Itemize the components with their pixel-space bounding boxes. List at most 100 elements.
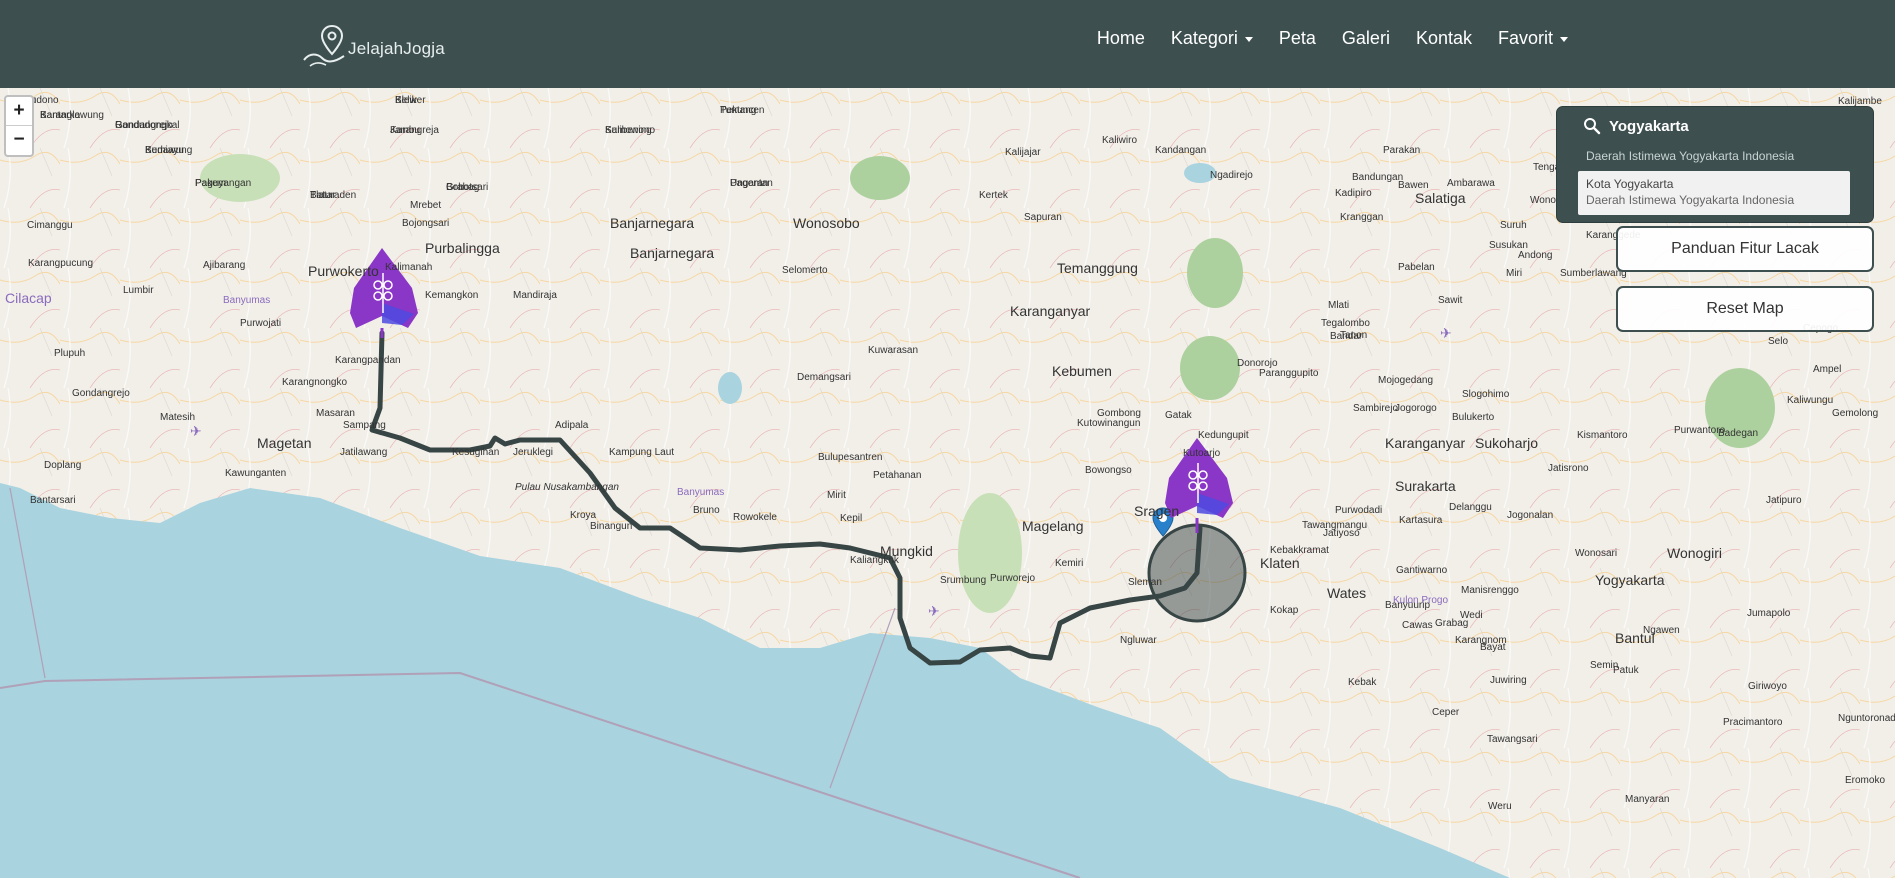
map-place-label: Rowokele — [733, 512, 777, 523]
map-place-label: Kalimanah — [385, 262, 432, 273]
map-place-label: Ambarawa — [1447, 178, 1495, 189]
main-nav: Home Kategori Peta Galeri Kontak Favorit — [1084, 28, 1581, 49]
nav-favorit-dropdown[interactable]: Favorit — [1485, 28, 1581, 49]
map-place-label: Wonosari — [1575, 548, 1617, 559]
search-radius-circle — [1147, 523, 1247, 623]
map-place-label: Gatak — [1165, 410, 1193, 421]
search-subtitle: Daerah Istimewa Yogyakarta Indonesia — [1586, 149, 1795, 163]
map-place-label: Kutowinangun — [1077, 418, 1140, 429]
navbar: JelajahJogja Home Kategori Peta Galeri K… — [0, 0, 1895, 88]
map-place-label: Bulupesantren — [818, 452, 883, 463]
nav-kategori-dropdown[interactable]: Kategori — [1158, 28, 1266, 49]
map-place-label: Kaliwiro — [1102, 135, 1137, 146]
zoom-out-button[interactable]: − — [6, 126, 32, 155]
map-place-label: Kroya — [570, 510, 597, 521]
map-place-label: Jumapolo — [1747, 608, 1791, 619]
map-place-label: Karanglo — [40, 110, 80, 121]
map-place-label: Jeruklegi — [513, 447, 553, 458]
forest-area — [850, 156, 910, 200]
nav-galeri[interactable]: Galeri — [1329, 28, 1403, 49]
map-place-label: Karangpucung — [28, 258, 93, 269]
reset-map-button[interactable]: Reset Map — [1616, 286, 1874, 332]
search-head[interactable]: Yogyakarta — [1583, 117, 1689, 135]
map-place-label: Badegan — [1718, 428, 1758, 439]
result-name: Kota Yogyakarta — [1586, 177, 1674, 191]
map-place-label: Bulukerto — [1452, 412, 1495, 423]
search-result-item[interactable]: Kota Yogyakarta Daerah Istimewa Yogyakar… — [1578, 171, 1850, 215]
map-place-label: Surakarta — [1395, 478, 1456, 494]
map-place-label: Gondangrejo — [115, 120, 173, 131]
map-place-label: Sumberlawang — [1560, 268, 1627, 279]
map-place-label: Mrebet — [410, 200, 441, 211]
map-place-label: Paranggupito — [1259, 368, 1319, 379]
brand[interactable]: JelajahJogja — [302, 20, 445, 68]
map-place-label: Juwiring — [1490, 675, 1527, 686]
map-place-label: Sragen — [1134, 503, 1179, 519]
map-place-label: Jogonalan — [1507, 510, 1553, 521]
map-place-label: Tuntang — [720, 105, 756, 116]
map-place-label: Kedungupit — [1198, 430, 1249, 441]
nav-kontak-label: Kontak — [1415, 28, 1472, 48]
map-place-label: Eromoko — [1845, 775, 1885, 786]
map-place-label: Cawas — [1402, 620, 1433, 631]
map-place-label: Ngluwar — [1120, 635, 1157, 646]
map-place-label: Kulon Progo — [1393, 595, 1448, 606]
map-place-label: Gondangrejo — [72, 388, 130, 399]
map-place-label: Ngadirejo — [1210, 170, 1253, 181]
map-place-label: Adipala — [555, 420, 589, 431]
map-place-label: Tawangsari — [1487, 734, 1538, 745]
map-place-label: Purbalingga — [425, 240, 500, 256]
airport-icon: ✈ — [928, 603, 940, 619]
map-place-label: Wonosobo — [793, 215, 860, 231]
nav-home-label: Home — [1096, 28, 1145, 48]
map-place-label: Salatiga — [1415, 190, 1466, 206]
map-place-label: Sambirejo — [1353, 403, 1398, 414]
map-place-label: Wedi — [1460, 610, 1483, 621]
zoom-in-button[interactable]: + — [6, 97, 32, 126]
map-place-label: Klewer — [395, 95, 426, 106]
nav-kontak[interactable]: Kontak — [1403, 28, 1485, 49]
map-place-label: Kadipiro — [1335, 188, 1372, 199]
nav-favorit-label: Favorit — [1497, 28, 1553, 48]
map-place-label: Jatipuro — [1766, 495, 1802, 506]
map-place-label: Miri — [1506, 268, 1522, 279]
search-query[interactable]: Yogyakarta — [1609, 118, 1689, 135]
map-place-label: Banjarnegara — [610, 215, 694, 231]
map-place-label: Kebakkramat — [1270, 545, 1329, 556]
map-place-label: Banyumas — [677, 487, 724, 498]
map-place-label: Matesih — [160, 412, 195, 423]
nav-home[interactable]: Home — [1084, 28, 1158, 49]
map-place-label: Wonogiri — [1667, 545, 1722, 561]
map-place-label: Ceper — [1432, 707, 1460, 718]
map-place-label: Semin — [1590, 660, 1618, 671]
map-place-label: Nguntoronadi — [1838, 713, 1895, 724]
map-place-label: Jatiyoso — [1323, 528, 1360, 539]
map-place-label: Magelang — [1022, 518, 1084, 534]
caret-down-icon — [1560, 37, 1568, 42]
map-place-label: Jatisrono — [1548, 463, 1589, 474]
brand-name: JelajahJogja — [348, 39, 445, 58]
map-place-label: Selomerto — [782, 265, 828, 276]
map-place-label: Magetan — [257, 435, 311, 451]
guide-button[interactable]: Panduan Fitur Lacak — [1616, 226, 1874, 272]
geocoder-search-panel: Yogyakarta Daerah Istimewa Yogyakarta In… — [1556, 106, 1874, 223]
nav-peta-label: Peta — [1278, 28, 1316, 48]
map-place-label: Sumowono — [605, 125, 655, 136]
map-place-label: Andong — [1518, 250, 1552, 261]
admin-boundary — [0, 671, 1081, 878]
map-place-label: Bowongso — [1085, 465, 1132, 476]
map-place-label: Sawit — [1438, 295, 1463, 306]
map-place-label: Sampang — [343, 420, 386, 431]
map-place-label: Kesugihan — [452, 447, 499, 458]
nav-galeri-label: Galeri — [1341, 28, 1390, 48]
nav-kategori-label: Kategori — [1170, 28, 1238, 48]
map-place-label: Ampel — [1813, 364, 1841, 375]
map-place-label: Cimanggu — [27, 220, 73, 231]
map-place-label: Mandiraja — [513, 290, 557, 301]
map-place-label: Grabag — [446, 182, 479, 193]
map-place-label: Kranggan — [1340, 212, 1383, 223]
map-place-label: Srumbung — [940, 575, 986, 586]
nav-peta[interactable]: Peta — [1266, 28, 1329, 49]
map-place-label: Purwojati — [240, 318, 281, 329]
map-place-label: Tlatar — [310, 190, 336, 201]
